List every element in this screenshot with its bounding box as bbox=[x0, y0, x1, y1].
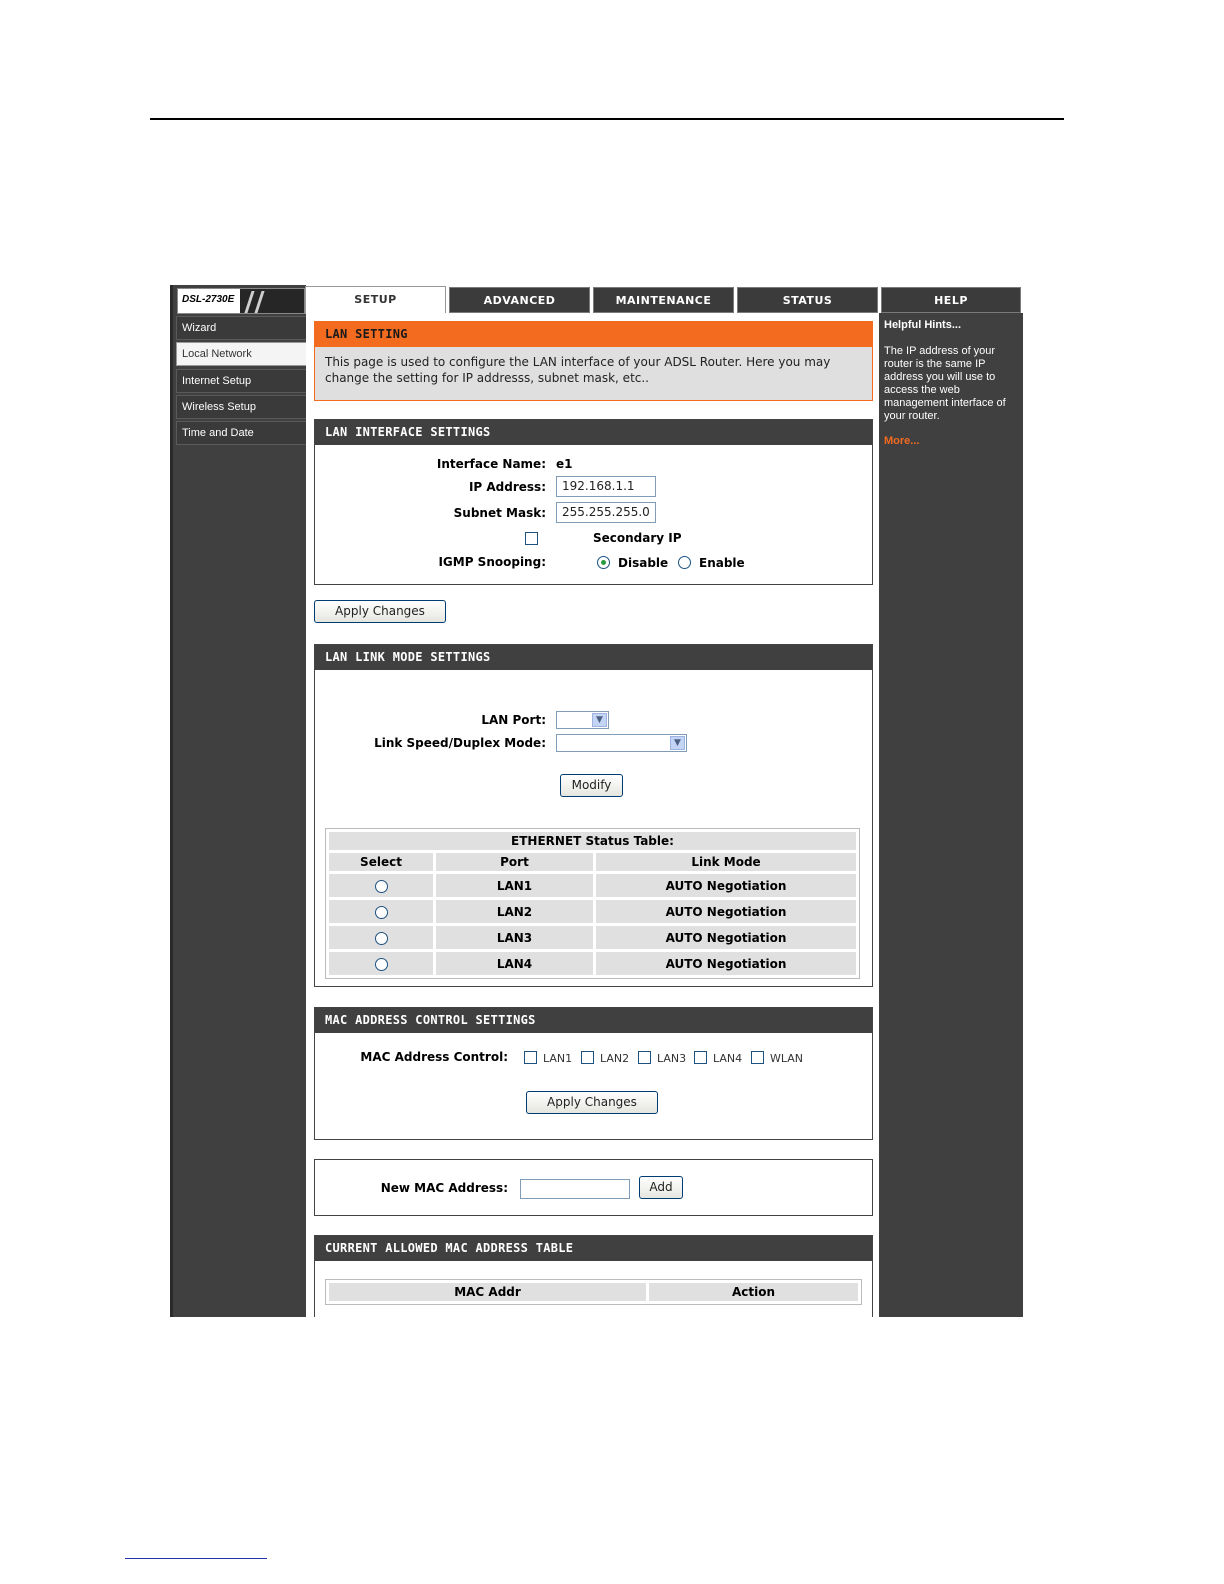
sidebar-item-wireless-setup[interactable]: Wireless Setup bbox=[176, 394, 308, 419]
table-cell-link-mode: AUTO Negotiation bbox=[596, 874, 856, 897]
mac-control-lan2-label: LAN2 bbox=[600, 1052, 630, 1065]
mac-control-lan3-checkbox[interactable] bbox=[638, 1051, 651, 1064]
table-row: LAN1 AUTO Negotiation bbox=[329, 874, 856, 897]
allowed-mac-table: MAC Addr Action bbox=[325, 1279, 862, 1305]
lan-interface-panel: LAN INTERFACE SETTINGS Interface Name: e… bbox=[314, 419, 873, 585]
column-header-select: Select bbox=[329, 853, 433, 871]
lan-port-label: LAN Port: bbox=[481, 713, 546, 727]
ethernet-status-table: ETHERNET Status Table: Select Port Link … bbox=[325, 828, 860, 979]
mac-control-lan2-checkbox[interactable] bbox=[581, 1051, 594, 1064]
table-cell-link-mode: AUTO Negotiation bbox=[596, 926, 856, 949]
interface-name-label: Interface Name: bbox=[436, 457, 546, 471]
table-cell-link-mode: AUTO Negotiation bbox=[596, 900, 856, 923]
table-row: LAN4 AUTO Negotiation bbox=[329, 952, 856, 975]
igmp-disable-radio[interactable] bbox=[597, 556, 610, 569]
lan-interface-title: LAN INTERFACE SETTINGS bbox=[315, 420, 872, 445]
help-panel: Helpful Hints... The IP address of your … bbox=[879, 313, 1023, 1317]
chevron-down-icon: ▼ bbox=[592, 713, 607, 727]
router-admin-screenshot: DSL-2730E Wizard Local Network Internet … bbox=[170, 285, 1023, 1317]
lan-link-mode-panel: LAN LINK MODE SETTINGS LAN Port: ▼ Link … bbox=[314, 644, 873, 987]
ip-address-label: IP Address: bbox=[468, 480, 546, 494]
page-footnote-rule bbox=[125, 1558, 267, 1559]
table-cell-port: LAN4 bbox=[436, 952, 593, 975]
logo-slash-icon bbox=[254, 291, 265, 313]
mac-control-label: MAC Address Control: bbox=[360, 1050, 508, 1064]
select-lan3-radio[interactable] bbox=[374, 931, 388, 945]
sidebar-item-wizard[interactable]: Wizard bbox=[176, 316, 308, 340]
lan-setting-panel: LAN SETTING This page is used to configu… bbox=[314, 321, 873, 401]
table-cell-port: LAN1 bbox=[436, 874, 593, 897]
lan-setting-title: LAN SETTING bbox=[315, 322, 872, 347]
new-mac-panel: New MAC Address: Add bbox=[314, 1159, 873, 1216]
mac-control-lan1-checkbox[interactable] bbox=[524, 1051, 537, 1064]
help-text: The IP address of your router is the sam… bbox=[884, 345, 1006, 422]
sidebar: DSL-2730E Wizard Local Network Internet … bbox=[170, 285, 308, 1317]
mac-control-wlan-label: WLAN bbox=[770, 1052, 804, 1065]
mac-control-title: MAC ADDRESS CONTROL SETTINGS bbox=[315, 1008, 872, 1033]
apply-changes-button[interactable]: Apply Changes bbox=[314, 600, 446, 623]
model-name: DSL-2730E bbox=[182, 294, 235, 305]
ip-address-input[interactable]: 192.168.1.1 bbox=[556, 476, 656, 497]
new-mac-input[interactable] bbox=[520, 1179, 630, 1199]
table-row: LAN3 AUTO Negotiation bbox=[329, 926, 856, 949]
help-more-link[interactable]: More... bbox=[884, 435, 1018, 447]
select-lan1-radio[interactable] bbox=[374, 879, 388, 893]
subnet-mask-input[interactable]: 255.255.255.0 bbox=[556, 502, 656, 523]
modify-button[interactable]: Modify bbox=[560, 774, 623, 797]
mac-control-wlan-checkbox[interactable] bbox=[751, 1051, 764, 1064]
mac-apply-changes-button[interactable]: Apply Changes bbox=[526, 1091, 658, 1114]
tab-help[interactable]: HELP bbox=[881, 287, 1021, 313]
table-title: ETHERNET Status Table: bbox=[329, 832, 856, 850]
sidebar-nav: Wizard Local Network Internet Setup Wire… bbox=[176, 316, 308, 447]
page-top-rule bbox=[150, 118, 1064, 120]
secondary-ip-checkbox[interactable] bbox=[525, 532, 538, 545]
link-speed-label: Link Speed/Duplex Mode: bbox=[374, 736, 546, 750]
column-header-action: Action bbox=[649, 1283, 858, 1301]
lan-port-select[interactable]: ▼ bbox=[556, 711, 609, 729]
column-header-mac-addr: MAC Addr bbox=[329, 1283, 646, 1301]
secondary-ip-label: Secondary IP bbox=[593, 531, 682, 545]
logo-slash-icon bbox=[244, 291, 255, 313]
select-lan2-radio[interactable] bbox=[374, 905, 388, 919]
subnet-mask-label: Subnet Mask: bbox=[453, 506, 546, 520]
mac-control-lan1-label: LAN1 bbox=[543, 1052, 573, 1065]
allowed-mac-panel: CURRENT ALLOWED MAC ADDRESS TABLE MAC Ad… bbox=[314, 1235, 873, 1317]
tab-advanced[interactable]: ADVANCED bbox=[449, 287, 590, 313]
select-lan4-radio[interactable] bbox=[374, 957, 388, 971]
lan-link-mode-title: LAN LINK MODE SETTINGS bbox=[315, 645, 872, 670]
column-header-link-mode: Link Mode bbox=[596, 853, 856, 871]
product-logo: DSL-2730E bbox=[177, 288, 305, 314]
igmp-enable-radio[interactable] bbox=[678, 556, 691, 569]
igmp-snooping-label: IGMP Snooping: bbox=[438, 555, 546, 569]
igmp-disable-label: Disable bbox=[618, 556, 669, 570]
tab-setup[interactable]: SETUP bbox=[305, 286, 446, 314]
sidebar-item-internet-setup[interactable]: Internet Setup bbox=[176, 368, 308, 393]
mac-control-lan4-checkbox[interactable] bbox=[694, 1051, 707, 1064]
mac-control-lan4-label: LAN4 bbox=[713, 1052, 743, 1065]
mac-control-lan3-label: LAN3 bbox=[657, 1052, 687, 1065]
main-content: LAN SETTING This page is used to configu… bbox=[306, 313, 879, 1317]
column-header-port: Port bbox=[436, 853, 593, 871]
table-cell-port: LAN3 bbox=[436, 926, 593, 949]
chevron-down-icon: ▼ bbox=[670, 736, 685, 750]
table-row: LAN2 AUTO Negotiation bbox=[329, 900, 856, 923]
add-mac-button[interactable]: Add bbox=[639, 1176, 683, 1199]
new-mac-label: New MAC Address: bbox=[380, 1181, 508, 1195]
mac-control-panel: MAC ADDRESS CONTROL SETTINGS MAC Address… bbox=[314, 1007, 873, 1140]
igmp-enable-label: Enable bbox=[699, 556, 745, 570]
table-cell-port: LAN2 bbox=[436, 900, 593, 923]
help-title: Helpful Hints... bbox=[884, 319, 961, 331]
sidebar-item-local-network[interactable]: Local Network bbox=[176, 342, 308, 367]
link-speed-select[interactable]: ▼ bbox=[556, 734, 687, 752]
allowed-mac-title: CURRENT ALLOWED MAC ADDRESS TABLE bbox=[315, 1236, 872, 1261]
sidebar-item-time-and-date[interactable]: Time and Date bbox=[176, 421, 308, 446]
lan-setting-description: This page is used to configure the LAN i… bbox=[325, 355, 831, 385]
tab-status[interactable]: STATUS bbox=[737, 287, 878, 313]
tab-maintenance[interactable]: MAINTENANCE bbox=[593, 287, 734, 313]
interface-name-value: e1 bbox=[556, 457, 573, 471]
table-cell-link-mode: AUTO Negotiation bbox=[596, 952, 856, 975]
